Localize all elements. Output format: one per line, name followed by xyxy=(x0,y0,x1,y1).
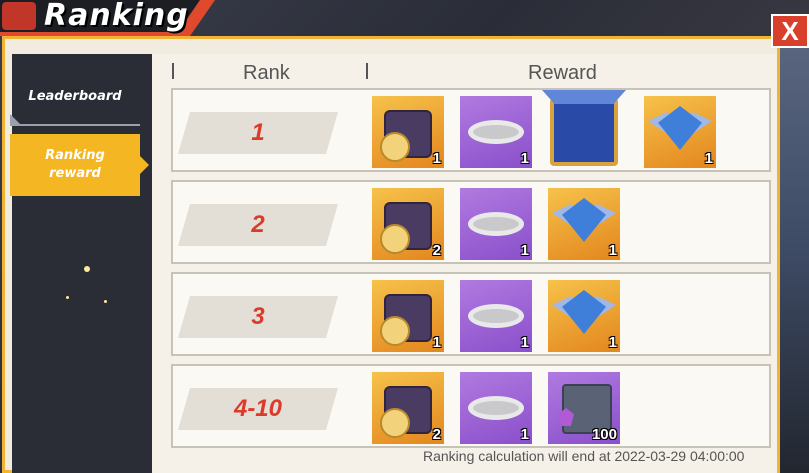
sidebar-item-label-line1: Ranking xyxy=(45,148,105,163)
sparkle-icon xyxy=(84,266,90,272)
close-button[interactable]: X xyxy=(771,14,809,48)
reward-item[interactable]: 2 xyxy=(372,188,444,260)
rank-label: 4-10 xyxy=(178,388,338,430)
reward-count: 1 xyxy=(520,334,529,351)
column-header-rank: Rank xyxy=(243,62,290,84)
reward-count: 100 xyxy=(591,426,617,443)
reward-item[interactable]: 1 xyxy=(460,372,532,444)
reward-item[interactable]: 100 xyxy=(548,372,620,444)
avatar-frame-icon xyxy=(550,98,618,166)
reward-item[interactable]: 1 xyxy=(372,96,444,168)
reward-item[interactable]: 1 xyxy=(460,280,532,352)
reward-item[interactable]: 1 xyxy=(372,280,444,352)
column-header-reward: Reward xyxy=(528,62,597,84)
sidebar-item-label-line2: reward xyxy=(49,166,101,181)
ranking-end-notice: Ranking calculation will end at 2022-03-… xyxy=(423,448,745,464)
ranking-logo-icon xyxy=(2,2,36,30)
reward-item[interactable]: 1 xyxy=(644,96,716,168)
reward-item[interactable]: 1 xyxy=(548,280,620,352)
active-arrow-icon xyxy=(140,156,149,174)
reward-count: 1 xyxy=(520,426,529,443)
reward-count: 1 xyxy=(432,334,441,351)
rank-label: 1 xyxy=(178,112,338,154)
diamond-badge-icon xyxy=(562,198,606,242)
header-divider xyxy=(172,63,174,79)
window-title: Ranking xyxy=(44,0,189,33)
diamond-badge-icon xyxy=(562,290,606,334)
frame-wings-icon xyxy=(542,90,626,104)
rank-label: 2 xyxy=(178,204,338,246)
rank-label: 3 xyxy=(178,296,338,338)
silver-ring-icon xyxy=(468,212,524,236)
coin-icon xyxy=(380,132,410,162)
corner-triangle-icon xyxy=(10,114,20,124)
silver-ring-icon xyxy=(468,304,524,328)
reward-item[interactable]: 1 xyxy=(460,96,532,168)
sparkle-icon xyxy=(66,296,69,299)
reward-item[interactable] xyxy=(542,90,626,168)
header-divider xyxy=(366,63,368,79)
reward-count: 1 xyxy=(520,242,529,259)
coin-icon xyxy=(380,316,410,346)
diamond-badge-icon xyxy=(658,106,702,150)
sidebar-item-ranking-reward[interactable]: Ranking reward xyxy=(10,134,149,196)
reward-count: 1 xyxy=(608,334,617,351)
silver-ring-icon xyxy=(468,120,524,144)
sidebar-item-label: Leaderboard xyxy=(28,89,122,104)
reward-item[interactable]: 1 xyxy=(548,188,620,260)
reward-item[interactable]: 1 xyxy=(460,188,532,260)
reward-count: 1 xyxy=(520,150,529,167)
reward-count: 1 xyxy=(608,242,617,259)
reward-count: 1 xyxy=(704,150,713,167)
coin-icon xyxy=(380,224,410,254)
sparkle-icon xyxy=(104,300,107,303)
sidebar-item-leaderboard[interactable]: Leaderboard xyxy=(10,84,140,126)
reward-count: 1 xyxy=(432,150,441,167)
reward-item[interactable]: 2 xyxy=(372,372,444,444)
reward-count: 2 xyxy=(432,426,441,443)
silver-ring-icon xyxy=(468,396,524,420)
reward-count: 2 xyxy=(432,242,441,259)
coin-icon xyxy=(380,408,410,438)
